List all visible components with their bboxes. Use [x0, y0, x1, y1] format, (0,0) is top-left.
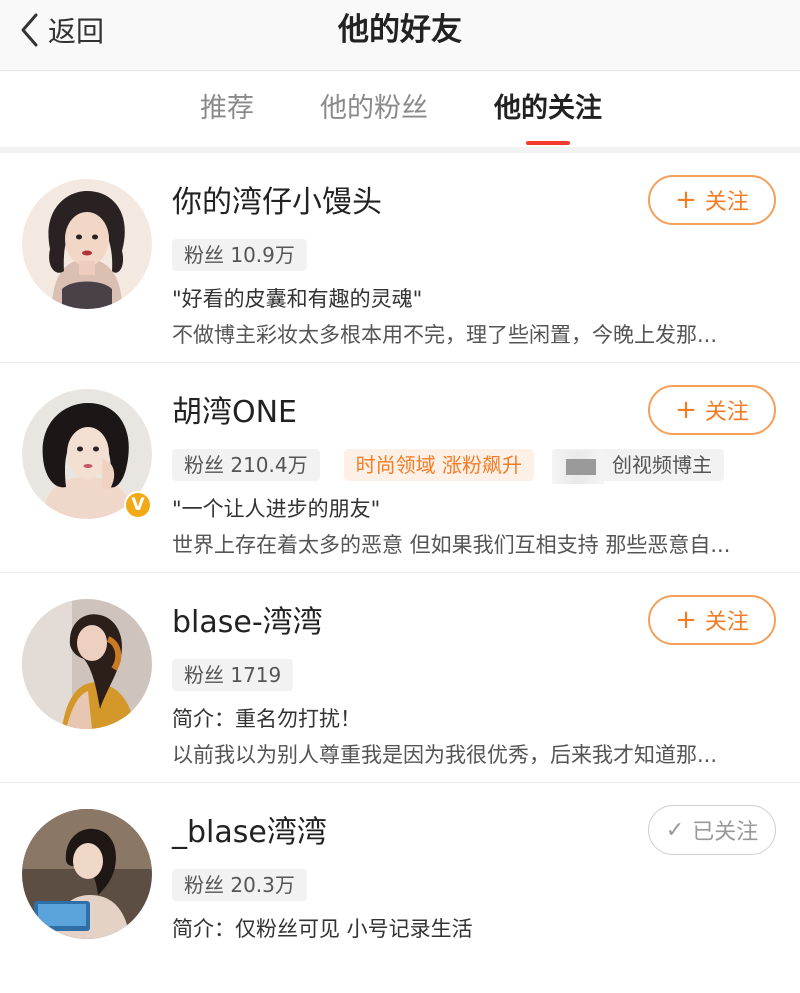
list-item[interactable]: _blase湾湾 粉丝 20.3万 简介：仅粉丝可见 小号记录生活 ✓ 已关注	[0, 783, 800, 993]
user-name[interactable]: 你的湾仔小馒头	[172, 183, 382, 223]
user-bio: 简介：重名勿打扰！	[172, 707, 361, 731]
check-icon: ✓	[665, 817, 685, 843]
trending-badge: 时尚领域 涨粉飙升	[343, 449, 534, 481]
redacted-block	[551, 449, 604, 484]
list-item[interactable]: 你的湾仔小馒头 粉丝 10.9万 "好看的皮囊和有趣的灵魂" 不做博主彩妆太多根…	[0, 153, 800, 363]
tag-group: 粉丝 10.9万	[172, 239, 307, 271]
plus-icon: +	[675, 395, 697, 425]
tab-fans[interactable]: 他的粉丝	[320, 89, 428, 129]
role-badge: 创视频博主	[551, 449, 724, 484]
active-tab-indicator	[526, 141, 570, 145]
user-name[interactable]: 胡湾ONE	[172, 393, 297, 433]
follow-button-label: 关注	[704, 190, 749, 215]
latest-post-preview: 世界上存在着太多的恶意 但如果我们互相支持 那些恶意自...	[172, 533, 731, 557]
tag-group: 粉丝 20.3万	[172, 869, 307, 901]
latest-post-preview: 以前我以为别人尊重我是因为我很优秀，后来我才知道那...	[172, 743, 718, 767]
latest-post-preview: 不做博主彩妆太多根本用不完，理了些闲置，今晚上发那...	[172, 323, 718, 347]
avatar[interactable]	[22, 809, 152, 939]
user-name[interactable]: _blase湾湾	[172, 813, 327, 853]
fans-count-badge: 粉丝 20.3万	[172, 869, 307, 901]
chevron-left-icon	[21, 13, 38, 47]
user-bio: 简介：仅粉丝可见 小号记录生活	[172, 917, 473, 941]
list-item[interactable]: V 胡湾ONE 粉丝 210.4万 时尚领域 涨粉飙升 创视频博主 "一个让人进…	[0, 363, 800, 573]
back-button[interactable]: 返回	[18, 10, 104, 50]
tab-following-label: 他的关注	[494, 93, 602, 124]
list-item[interactable]: blase-湾湾 粉丝 1719 简介：重名勿打扰！ 以前我以为别人尊重我是因为…	[0, 573, 800, 783]
following-button-label: 已关注	[692, 820, 759, 845]
page-title: 他的好友	[338, 12, 462, 48]
plus-icon: +	[675, 185, 697, 215]
tag-group: 粉丝 210.4万 时尚领域 涨粉飙升 创视频博主	[172, 449, 724, 484]
nav-bar: 返回 他的好友	[0, 0, 800, 71]
role-badge-label: 创视频博主	[611, 453, 712, 477]
follow-button[interactable]: + 关注	[648, 385, 776, 435]
user-list: 你的湾仔小馒头 粉丝 10.9万 "好看的皮囊和有趣的灵魂" 不做博主彩妆太多根…	[0, 153, 800, 993]
fans-count-badge: 粉丝 1719	[172, 659, 294, 691]
follow-button[interactable]: + 关注	[648, 595, 776, 645]
fans-count-badge: 粉丝 10.9万	[172, 239, 307, 271]
avatar[interactable]	[22, 179, 152, 309]
verified-badge-icon: V	[124, 491, 152, 519]
following-button[interactable]: ✓ 已关注	[648, 805, 776, 855]
user-bio: "一个让人进步的朋友"	[172, 497, 381, 521]
follow-button-label: 关注	[704, 610, 749, 635]
fans-count-badge: 粉丝 210.4万	[172, 449, 320, 481]
follow-button-label: 关注	[704, 400, 749, 425]
tab-recommend[interactable]: 推荐	[200, 89, 254, 129]
tag-group: 粉丝 1719	[172, 659, 294, 691]
tab-following[interactable]: 他的关注	[494, 89, 602, 145]
user-name[interactable]: blase-湾湾	[172, 603, 323, 643]
tab-bar: 推荐 他的粉丝 他的关注	[0, 71, 800, 153]
back-label: 返回	[48, 15, 105, 48]
follow-button[interactable]: + 关注	[648, 175, 776, 225]
plus-icon: +	[675, 605, 697, 635]
user-bio: "好看的皮囊和有趣的灵魂"	[172, 287, 423, 311]
avatar[interactable]	[22, 599, 152, 729]
